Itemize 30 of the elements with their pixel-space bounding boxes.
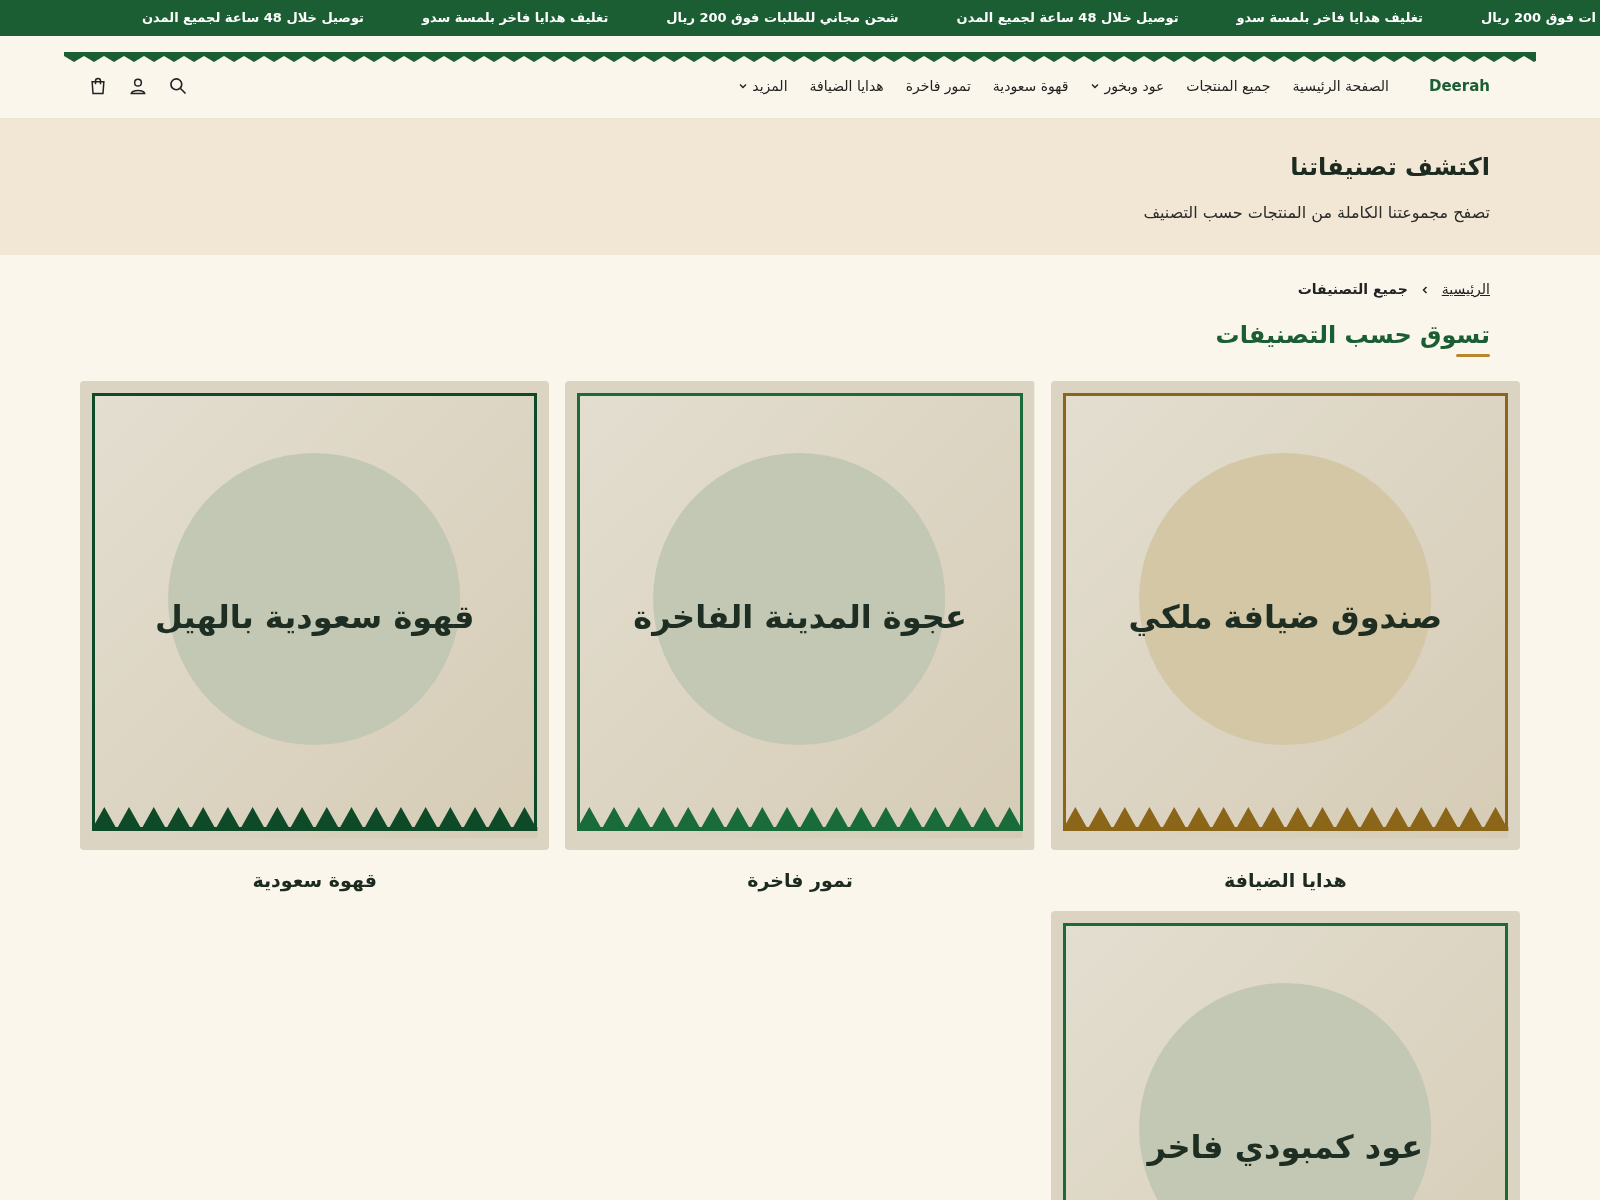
category-name[interactable]: قهوة سعودية [252, 866, 377, 895]
heading-underline [1456, 354, 1490, 357]
nav-link[interactable]: هدايا الضيافة [809, 75, 884, 97]
breadcrumb-current: جميع التصنيفات [1297, 280, 1408, 300]
announcement-text: تغليف هدايا فاخر بلمسة سدو [421, 9, 609, 28]
announcement-text: شحن مجاني للطلبات فوق 200 ريال [666, 9, 899, 28]
shopping-bag-icon[interactable] [88, 76, 108, 96]
nav-link[interactable]: جميع المنتجات [1186, 75, 1271, 97]
announcement-text: ات فوق 200 ريال [1480, 9, 1596, 28]
nav-link[interactable]: تمور فاخرة [905, 75, 971, 97]
image-caption: عجوة المدينة الفاخرة [632, 597, 968, 638]
user-icon[interactable] [128, 76, 148, 96]
image-caption: عود كمبودي فاخر [1145, 1126, 1425, 1168]
category-name[interactable]: تمور فاخرة [747, 866, 853, 895]
category-name[interactable]: هدايا الضيافة [1223, 866, 1347, 895]
breadcrumb-link[interactable]: الرئيسية [1441, 279, 1490, 300]
search-icon[interactable] [168, 76, 188, 96]
nav-link[interactable]: عود وبخور [1090, 75, 1165, 97]
nav-link[interactable]: الصفحة الرئيسية [1292, 75, 1389, 97]
nav-link[interactable]: المزيد [738, 75, 788, 97]
page-subtitle: تصفح مجموعتنا الكاملة من المنتجات حسب التصنيف [1142, 202, 1490, 225]
image-caption: صندوق ضيافة ملكي [1127, 597, 1444, 638]
announcement-text: توصيل خلال 48 ساعة لجميع المدن [141, 9, 364, 28]
nav-link[interactable]: قهوة سعودية [992, 75, 1069, 97]
announcement-text: تغليف هدايا فاخر بلمسة سدو [1236, 9, 1423, 28]
image-caption: قهوة سعودية بالهيل [153, 597, 476, 638]
store-logo[interactable]: Deerah [1429, 74, 1490, 98]
page-title: اكتشف تصنيفاتنا [1289, 152, 1490, 183]
announcement-text: توصيل خلال 48 ساعة لجميع المدن [956, 9, 1179, 28]
section-heading: تسوق حسب التصنيفات [1215, 320, 1490, 350]
